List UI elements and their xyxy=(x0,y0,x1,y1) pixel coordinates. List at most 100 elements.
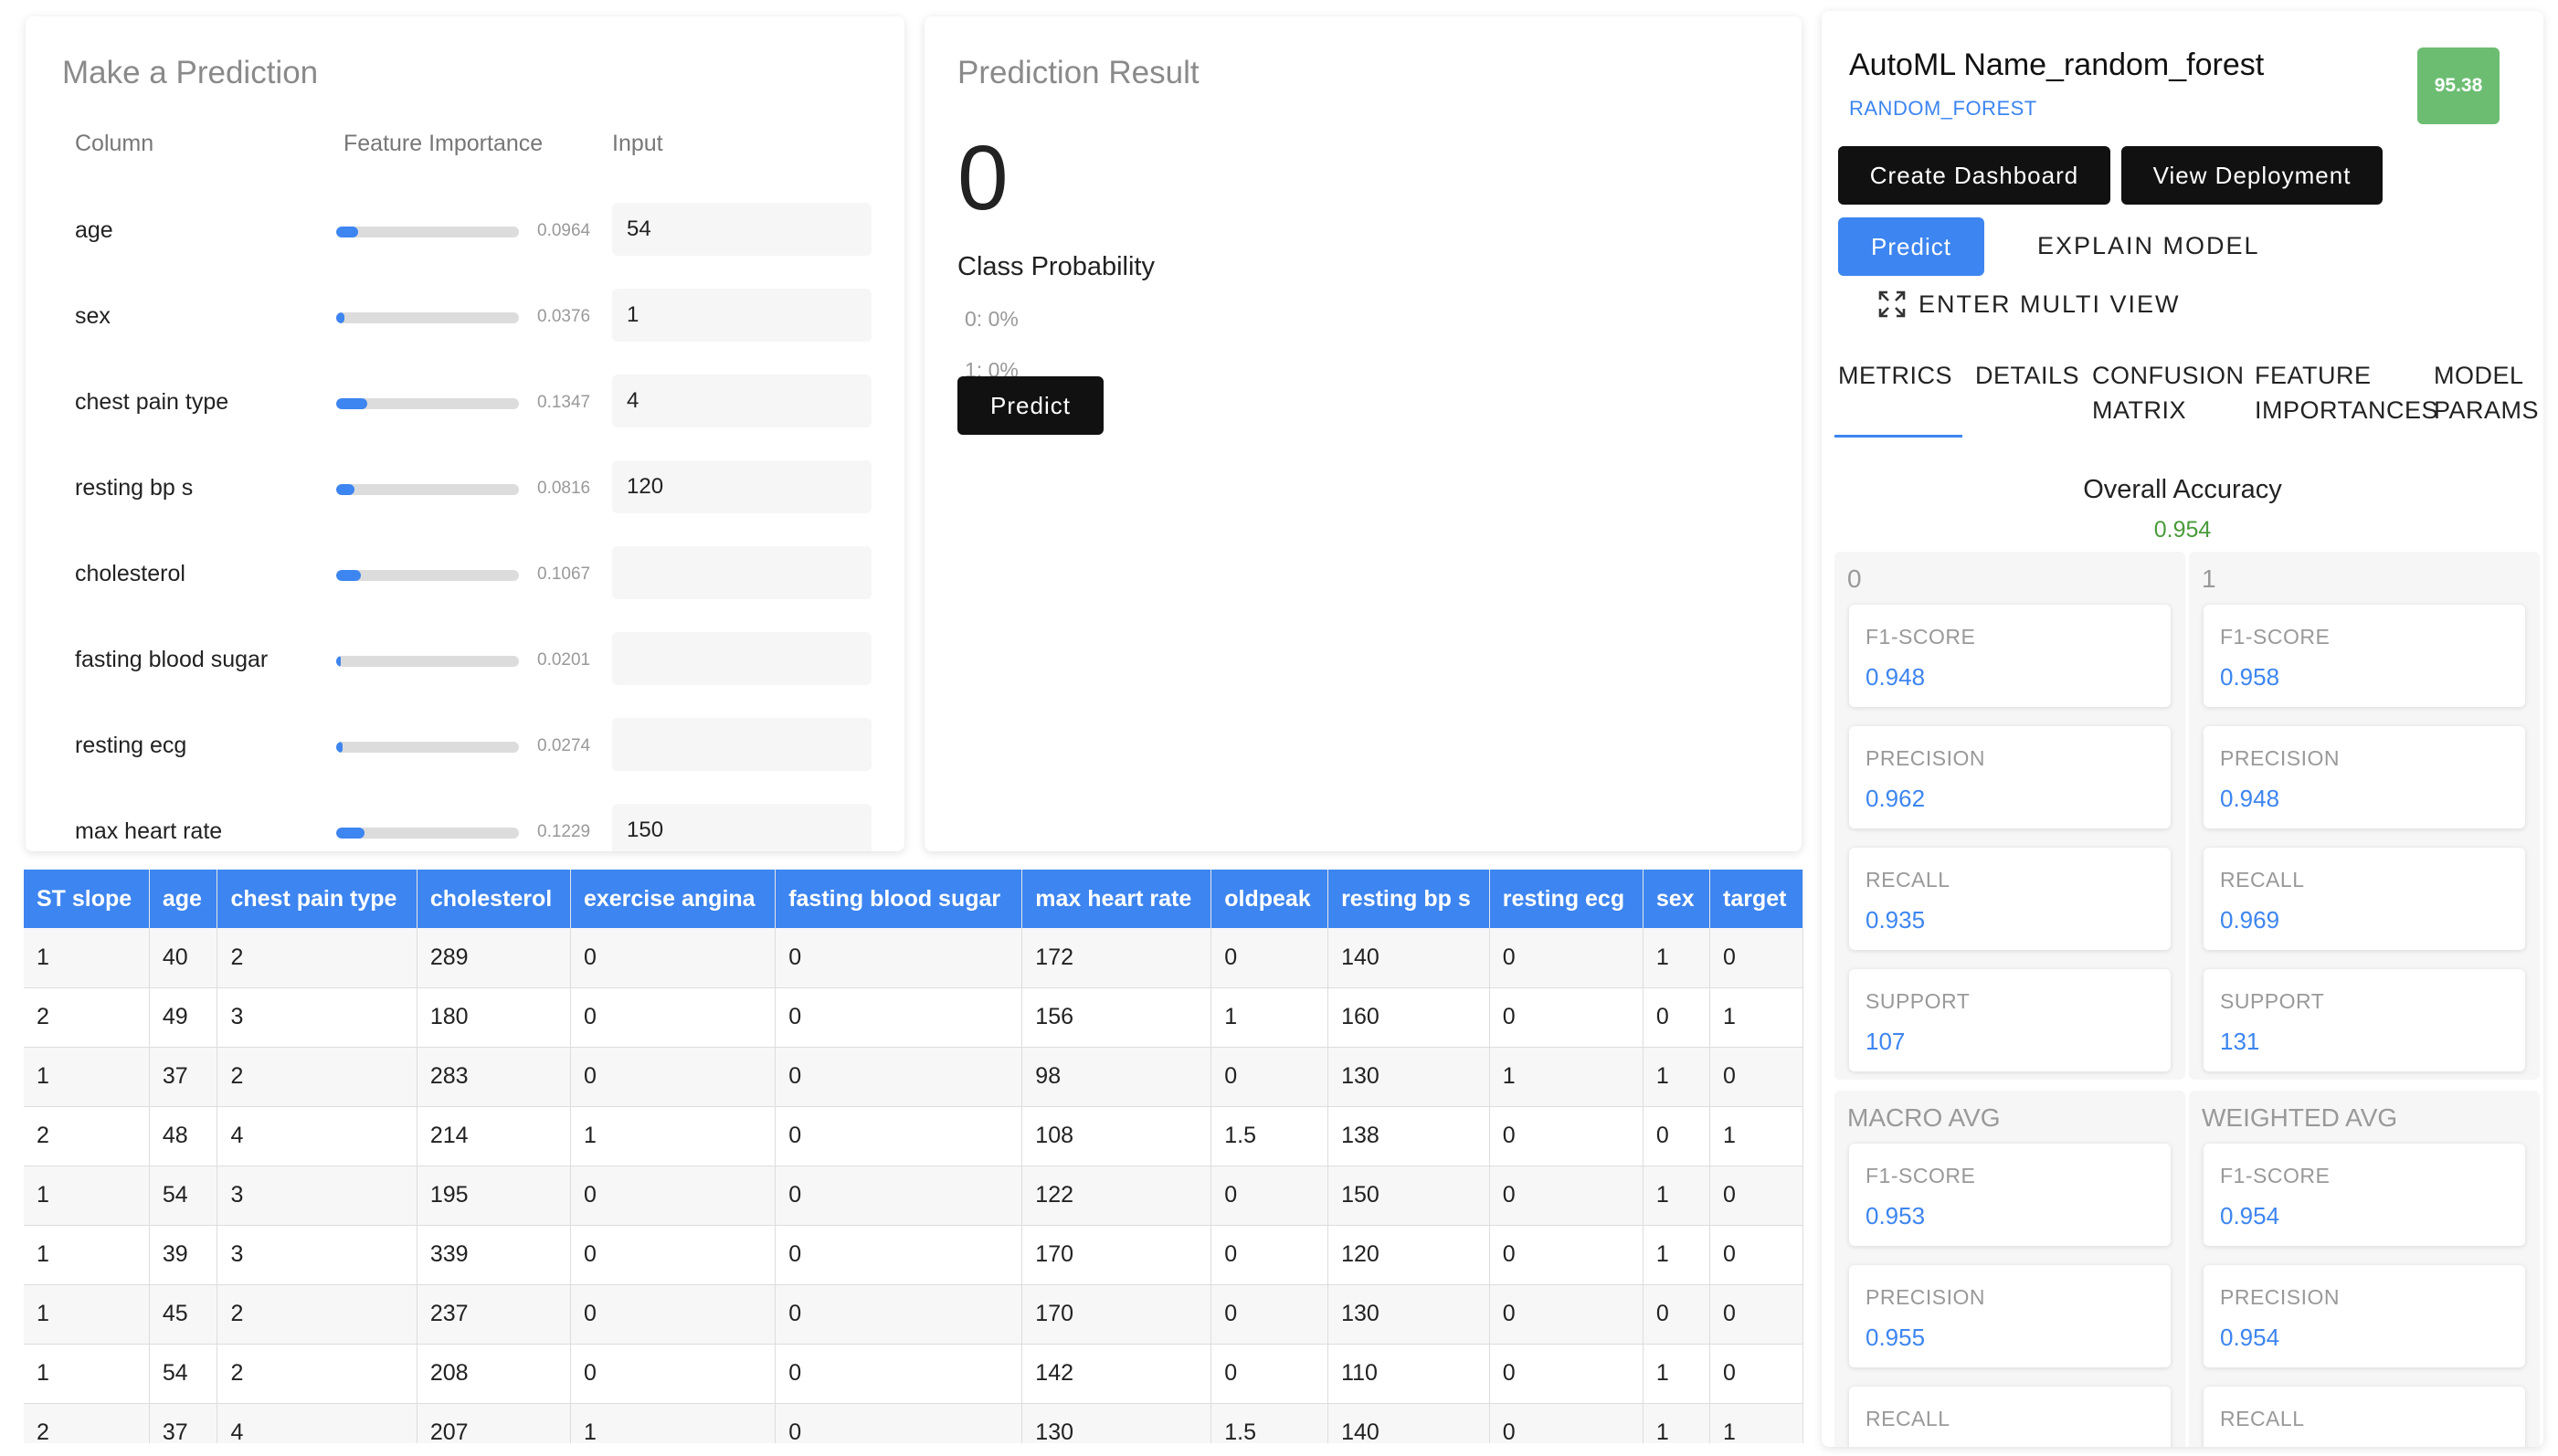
column-header-cell[interactable]: cholesterol xyxy=(417,870,571,928)
table-cell: 0 xyxy=(1210,1166,1329,1226)
table-cell: 1 xyxy=(24,1284,150,1345)
feature-name: resting bp s xyxy=(75,475,194,501)
metric-label: F1-SCORE xyxy=(1866,625,1976,649)
table-cell: 0 xyxy=(1210,1047,1329,1107)
table-cell: 2 xyxy=(24,987,150,1048)
column-header-cell[interactable]: exercise angina xyxy=(570,870,777,928)
table-cell: 0 xyxy=(570,1225,777,1285)
table-cell: 49 xyxy=(149,987,218,1048)
importance-bar xyxy=(336,398,519,409)
table-header-row: ST slope age chest pain type cholesterol exe… xyxy=(24,870,1803,928)
predict-submit-button[interactable]: Predict xyxy=(957,376,1104,435)
metric-card: SUPPORT 131 xyxy=(2204,969,2525,1071)
column-header-cell[interactable]: ST slope xyxy=(24,870,150,928)
table-cell: 1.5 xyxy=(1210,1403,1329,1443)
table-row: 1 45 2 237 0 0 170 0 130 0 0 0 xyxy=(24,1284,1803,1345)
importance-bar-fill xyxy=(336,656,342,667)
table-cell: 1 xyxy=(1709,1403,1803,1443)
table-cell: 1 xyxy=(1709,1106,1803,1166)
importance-value: 0.0376 xyxy=(537,307,591,326)
make-prediction-panel: Make a Prediction Column Feature Importa… xyxy=(26,16,904,851)
table-cell: 207 xyxy=(417,1403,571,1443)
metric-value: 0.948 xyxy=(2220,785,2280,812)
table-cell: 339 xyxy=(417,1225,571,1285)
table-cell: 4 xyxy=(217,1403,418,1443)
table-cell: 0 xyxy=(1489,1403,1644,1443)
column-header-cell[interactable]: oldpeak xyxy=(1210,870,1329,928)
table-cell: 0 xyxy=(775,928,1023,988)
table-cell: 0 xyxy=(775,1106,1023,1166)
tab-confusion-matrix[interactable]: CONFUSION MATRIX xyxy=(2092,358,2245,427)
prediction-result-panel: Prediction Result 0 Class Probability 0:… xyxy=(925,16,1802,851)
table-cell: 2 xyxy=(217,928,418,988)
importance-bar-fill xyxy=(336,570,361,581)
column-header-cell[interactable]: max heart rate xyxy=(1021,870,1212,928)
column-header-cell[interactable]: sex xyxy=(1643,870,1711,928)
metric-card: F1-SCORE 0.954 xyxy=(2204,1144,2525,1246)
table-cell: 1 xyxy=(1643,1403,1711,1443)
table-row: 1 54 2 208 0 0 142 0 110 0 1 0 xyxy=(24,1344,1803,1404)
tab-metrics[interactable]: METRICS xyxy=(1838,358,1952,393)
table-cell: 37 xyxy=(149,1403,218,1443)
table-cell: 1 xyxy=(1643,1344,1711,1404)
table-cell: 0 xyxy=(1643,1106,1711,1166)
metric-card: RECALL 0.935 xyxy=(1849,848,2171,950)
metric-card: F1-SCORE 0.948 xyxy=(1849,605,2171,707)
model-name: AutoML Name_random_forest xyxy=(1849,47,2265,82)
model-panel: AutoML Name_random_forest RANDOM_FOREST … xyxy=(1822,11,2543,1447)
column-header-cell[interactable]: resting bp s xyxy=(1327,870,1490,928)
feature-importance-header: Feature Importance xyxy=(344,131,544,156)
make-prediction-title: Make a Prediction xyxy=(62,55,319,90)
table-cell: 54 xyxy=(149,1344,218,1404)
feature-input[interactable] xyxy=(612,804,872,851)
feature-name: max heart rate xyxy=(75,818,223,844)
metric-group-title: WEIGHTED AVG xyxy=(2202,1103,2398,1132)
feature-row: max heart rate 0.1229 xyxy=(26,804,904,851)
view-deployment-button[interactable]: View Deployment xyxy=(2121,146,2383,205)
model-type-link[interactable]: RANDOM_FOREST xyxy=(1849,97,2037,121)
table-cell: 2 xyxy=(24,1106,150,1166)
table-cell: 130 xyxy=(1021,1403,1212,1443)
class-probability-0: 0: 0% xyxy=(965,307,1019,331)
column-header-cell[interactable]: target xyxy=(1709,870,1803,928)
feature-input[interactable] xyxy=(612,546,872,599)
create-dashboard-button[interactable]: Create Dashboard xyxy=(1838,146,2110,205)
feature-input[interactable] xyxy=(612,375,872,427)
feature-input[interactable] xyxy=(612,203,872,256)
enter-multi-view-button[interactable]: ENTER MULTI VIEW xyxy=(1918,290,2181,319)
column-header-cell[interactable]: fasting blood sugar xyxy=(775,870,1023,928)
tab-details[interactable]: DETAILS xyxy=(1975,358,2079,393)
expand-icon[interactable] xyxy=(1878,290,1906,318)
class-probability-title: Class Probability xyxy=(957,252,1155,281)
metric-value: 0.958 xyxy=(2220,663,2280,691)
metric-label: F1-SCORE xyxy=(1866,1164,1976,1187)
active-tab-indicator xyxy=(1834,435,1962,438)
importance-bar xyxy=(336,570,519,581)
table-cell: 2 xyxy=(217,1284,418,1345)
column-header-cell[interactable]: resting ecg xyxy=(1489,870,1644,928)
table-cell: 2 xyxy=(24,1403,150,1443)
table-cell: 0 xyxy=(1489,987,1644,1048)
tab-model-params[interactable]: MODEL PARAMS xyxy=(2434,358,2539,427)
table-cell: 3 xyxy=(217,987,418,1048)
table-cell: 180 xyxy=(417,987,571,1048)
table-cell: 208 xyxy=(417,1344,571,1404)
table-cell: 0 xyxy=(1210,1225,1329,1285)
metric-value: 0.969 xyxy=(2220,906,2280,934)
metric-card: PRECISION 0.948 xyxy=(2204,726,2525,828)
feature-row: fasting blood sugar 0.0201 xyxy=(26,632,904,687)
table-row: 1 54 3 195 0 0 122 0 150 0 1 0 xyxy=(24,1166,1803,1226)
feature-input[interactable] xyxy=(612,460,872,513)
column-header-cell[interactable]: chest pain type xyxy=(217,870,418,928)
feature-input[interactable] xyxy=(612,289,872,342)
feature-input[interactable] xyxy=(612,718,872,771)
feature-input[interactable] xyxy=(612,632,872,685)
explain-model-button[interactable]: EXPLAIN MODEL xyxy=(2037,232,2260,260)
table-cell: 0 xyxy=(1489,1225,1644,1285)
table-cell: 150 xyxy=(1327,1166,1490,1226)
feature-name: chest pain type xyxy=(75,389,229,415)
predict-tab-button[interactable]: Predict xyxy=(1838,217,1984,276)
metric-group-title: MACRO AVG xyxy=(1847,1103,2001,1132)
tab-feature-importances[interactable]: FEATURE IMPORTANCES xyxy=(2255,358,2438,427)
column-header-cell[interactable]: age xyxy=(149,870,218,928)
